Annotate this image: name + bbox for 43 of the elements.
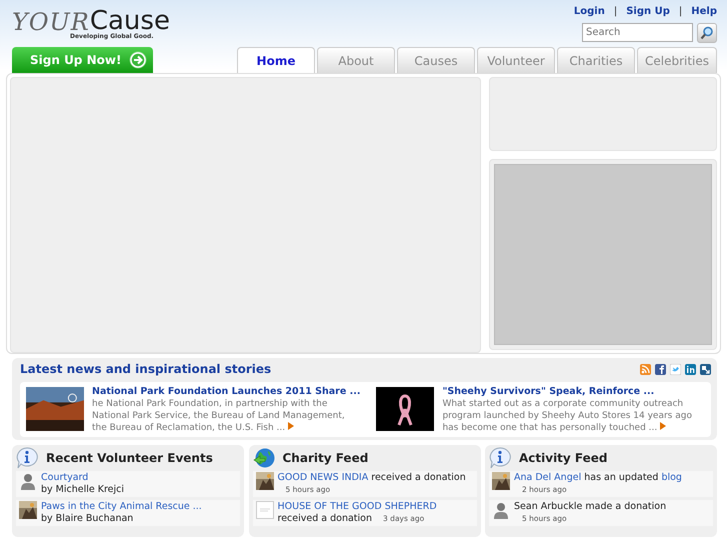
linkedin-icon[interactable] xyxy=(685,364,696,374)
feed-title: Recent Volunteer Events xyxy=(46,450,213,467)
search-field[interactable]: Search xyxy=(582,23,693,42)
byline: by Blaire Buchanan xyxy=(41,513,134,525)
nav-tab[interactable]: Charities xyxy=(557,47,635,73)
news-summary: What started out as a corporate community outreach program launched by Sheehy Auto Stores 14 years ago has become one that has personally touched ... xyxy=(442,398,693,434)
feed-title: Charity Feed xyxy=(282,450,368,467)
feed-link[interactable]: blog xyxy=(661,472,682,483)
nav-tab[interactable]: Volunteer xyxy=(477,47,555,73)
more-arrow-icon[interactable] xyxy=(660,422,666,430)
more-arrow-icon[interactable] xyxy=(288,422,294,430)
facebook-icon[interactable] xyxy=(655,364,666,374)
news-headline[interactable]: "Sheehy Survivors" Speak, Reinforce ... xyxy=(442,385,705,398)
arrow-icon xyxy=(129,51,147,69)
info-icon xyxy=(489,447,511,469)
logo-text: YOUR xyxy=(12,10,90,34)
globe-icon xyxy=(252,447,274,469)
search-icon xyxy=(700,26,714,40)
info-icon xyxy=(16,447,38,469)
nav-tab[interactable]: About xyxy=(317,47,395,73)
header-link[interactable]: Help xyxy=(691,4,717,19)
byline: by Michelle Krejci xyxy=(41,484,126,496)
header-link[interactable]: Login xyxy=(574,4,605,19)
nav-tab[interactable]: Causes xyxy=(397,47,475,73)
link-separator: | xyxy=(614,5,618,19)
logo-text: Cause xyxy=(90,8,170,34)
feed-title: Activity Feed xyxy=(519,450,608,467)
avatar-icon xyxy=(492,501,510,519)
avatar-icon xyxy=(19,472,37,490)
link-separator: | xyxy=(678,5,682,19)
feed-link[interactable]: Ana Del Angel xyxy=(514,472,582,483)
share-icon[interactable] xyxy=(700,364,711,374)
header-link[interactable]: Sign Up xyxy=(626,4,670,19)
feed-link[interactable]: HOUSE OF THE GOOD SHEPHERD xyxy=(278,501,437,512)
feed-link[interactable]: Paws in the City Animal Rescue ... xyxy=(41,501,202,512)
nav-tab[interactable]: Celebrities xyxy=(637,47,717,73)
news-summary: he National Park Foundation, in partnership with the National Park Service, the Bureau of Land Management, the Bureau of Reclamation, the U.S. Fish ... xyxy=(92,398,346,434)
feed-link[interactable]: GOOD NEWS INDIA xyxy=(278,472,368,483)
news-headline[interactable]: National Park Foundation Launches 2011 Share ... xyxy=(92,385,360,398)
search-button[interactable] xyxy=(697,23,717,43)
nav-tab[interactable]: Home xyxy=(237,47,315,73)
feed-link[interactable]: Courtyard xyxy=(41,472,88,483)
section-title: Latest news and inspirational stories xyxy=(20,361,272,378)
